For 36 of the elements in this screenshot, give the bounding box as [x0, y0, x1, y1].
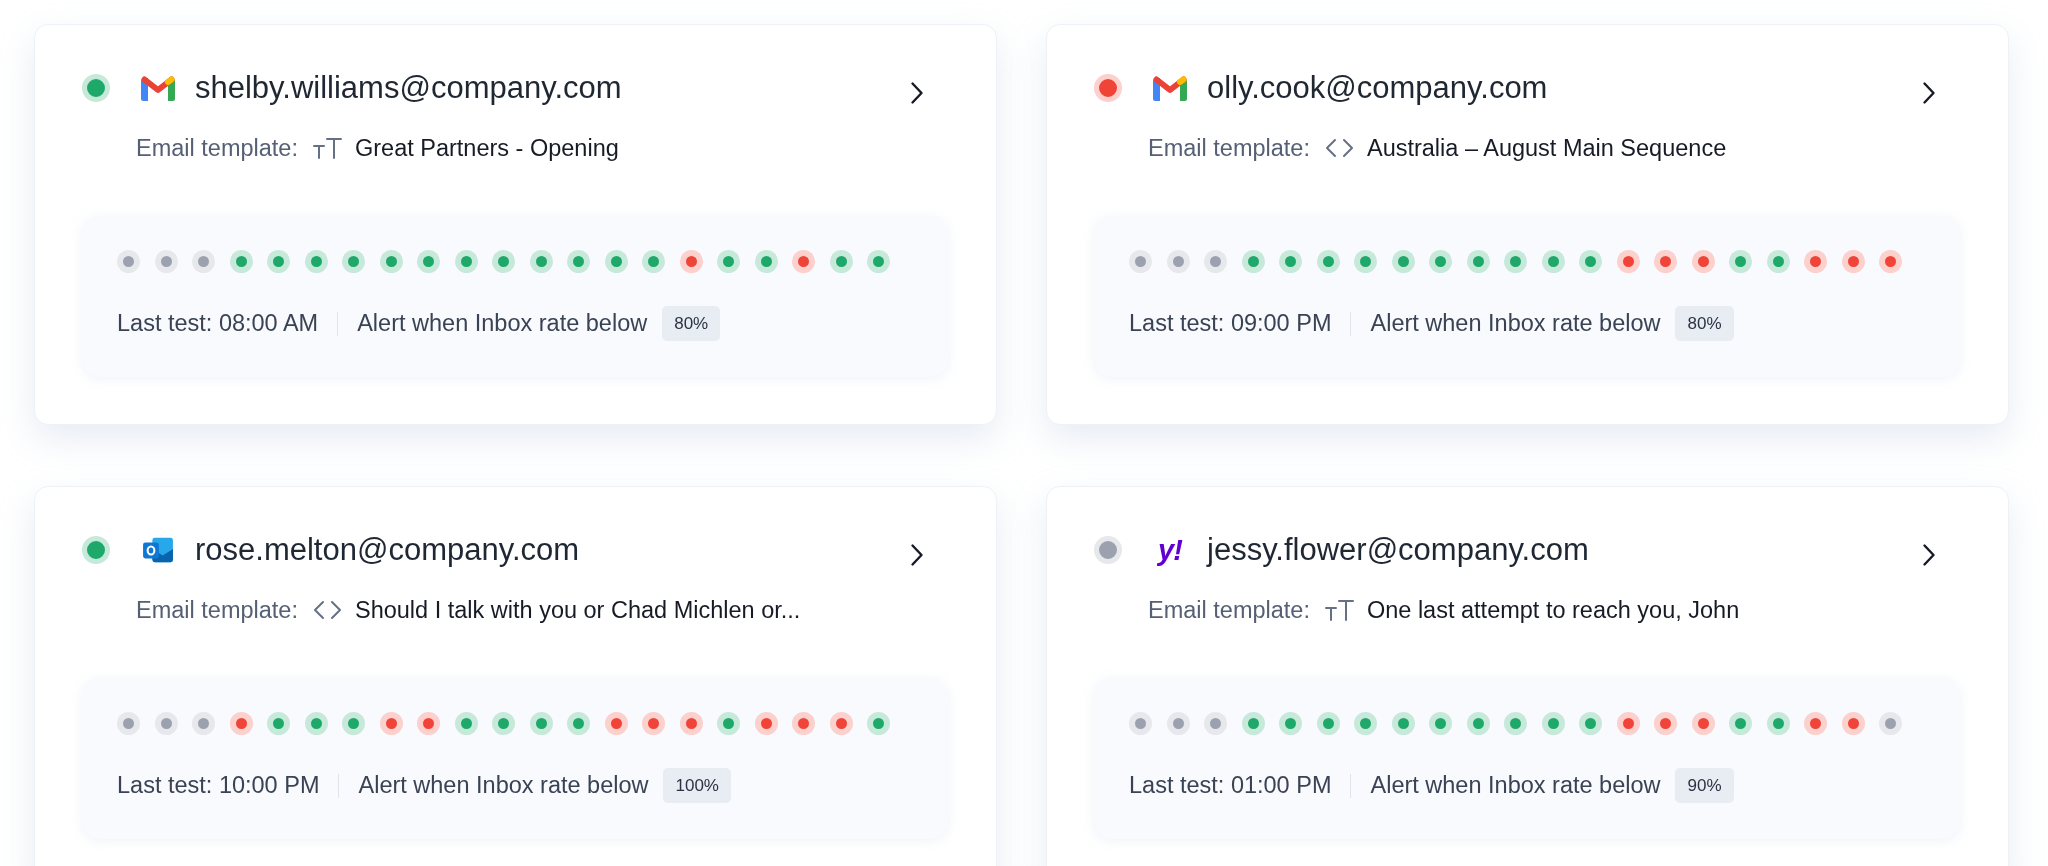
code-icon [312, 599, 342, 621]
template-name: Great Partners - Opening [354, 134, 619, 162]
template-label: Email template: [136, 134, 298, 162]
y-logo: y! [1158, 535, 1182, 565]
threshold-badge: 80% [662, 306, 721, 341]
chevron-right-icon[interactable] [910, 81, 924, 105]
template-name: Australia – August Main Sequence [1366, 134, 1727, 162]
template-label: Email template: [1148, 134, 1310, 162]
text-format-icon [1324, 599, 1354, 621]
last-test-time: Last test: 09:00 PM [1129, 310, 1332, 337]
o-envelope-logo-icon [142, 536, 174, 564]
chevron-right-icon[interactable] [1922, 543, 1936, 567]
threshold-badge: 80% [1675, 306, 1734, 341]
alert-label: Alert when Inbox rate below [1370, 310, 1661, 337]
alert-label: Alert when Inbox rate below [1370, 772, 1661, 799]
text-format-icon [312, 137, 342, 159]
template-name: Should I talk with you or Chad Michlen or... [354, 596, 801, 624]
code-icon [1324, 137, 1354, 159]
last-test-time: Last test: 08:00 AM [117, 310, 319, 337]
last-test-time: Last test: 10:00 PM [117, 772, 320, 799]
m-envelope-logo-icon [141, 75, 175, 101]
account-email: rose.melton@company.com [195, 532, 580, 568]
chevron-right-icon[interactable] [910, 543, 924, 567]
template-name: One last attempt to reach you, John [1366, 596, 1740, 624]
account-email: jessy.flower@company.com [1207, 532, 1589, 568]
template-label: Email template: [1148, 596, 1310, 624]
account-email: shelby.williams@company.com [195, 70, 622, 106]
template-label: Email template: [136, 596, 298, 624]
account-email: olly.cook@company.com [1207, 70, 1548, 106]
threshold-badge: 90% [1675, 768, 1734, 803]
m-envelope-logo-icon [1153, 75, 1187, 101]
alert-label: Alert when Inbox rate below [357, 310, 648, 337]
alert-label: Alert when Inbox rate below [358, 772, 649, 799]
chevron-right-icon[interactable] [1922, 81, 1936, 105]
last-test-time: Last test: 01:00 PM [1129, 772, 1332, 799]
threshold-badge: 100% [663, 768, 731, 803]
